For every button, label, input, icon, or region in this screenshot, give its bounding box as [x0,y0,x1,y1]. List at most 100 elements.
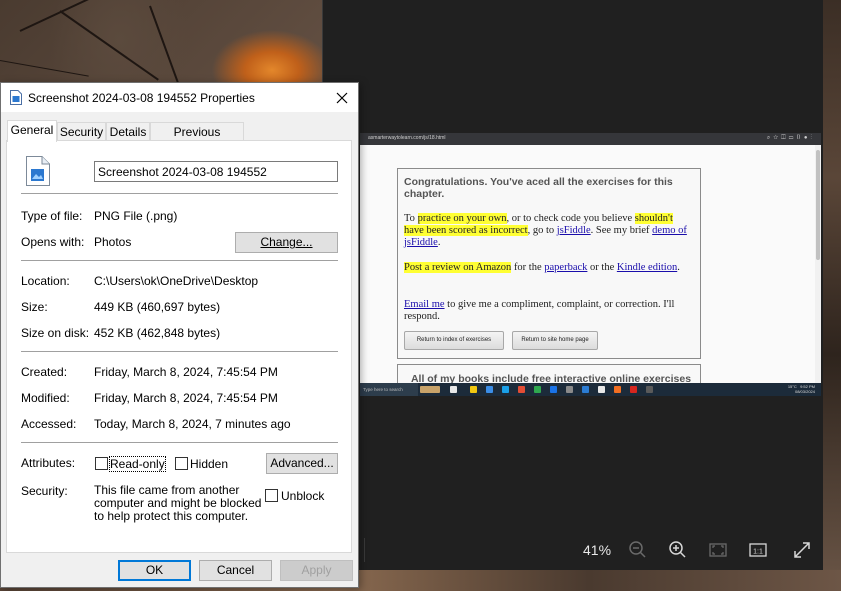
paperback-link[interactable]: paperback [544,262,587,273]
attributes-label: Attributes: [21,456,76,470]
tab-previous-versions[interactable]: Previous Versions [150,122,244,157]
app-icon [598,386,605,393]
toolbar-separator [364,538,365,562]
size-label: Size: [21,300,48,314]
taskbar-image-icon [420,386,440,393]
dialog-titlebar[interactable]: Screenshot 2024-03-08 194552 Properties [1,83,358,112]
jsfiddle-link[interactable]: jsFiddle [557,225,591,236]
png-file-icon [26,156,50,186]
email-paragraph: Email me to give me a compliment, compla… [404,299,694,323]
advanced-button[interactable]: Advanced... [266,453,338,474]
location-label: Location: [21,274,70,288]
congrats-card: Congratulations. You've aced all the exe… [397,168,701,359]
system-tray: 15°C 9:52 PM 08/03/2024 [788,384,815,394]
opens-with-label: Opens with: [21,235,85,249]
location-value: C:\Users\ok\OneDrive\Desktop [94,274,259,288]
accessed-label: Accessed: [21,417,77,431]
hidden-checkbox[interactable] [175,457,188,470]
text: or the [587,262,617,273]
ok-button[interactable]: OK [118,560,191,581]
properties-dialog: Screenshot 2024-03-08 194552 Properties … [0,82,359,588]
viewed-image[interactable]: asmarterwaytolearn.com/js/18.html ⌕☆◫▭▯●… [360,133,821,396]
practice-paragraph: To practice on your own, or to check cod… [404,213,694,249]
fit-to-window-icon[interactable] [708,540,728,560]
read-only-checkbox[interactable] [95,457,108,470]
created-value: Friday, March 8, 2024, 7:45:54 PM [94,365,278,379]
unblock-checkbox[interactable] [265,489,278,502]
type-of-file-value: PNG File (.png) [94,209,178,223]
modified-value: Friday, March 8, 2024, 7:45:54 PM [94,391,278,405]
edge-icon [534,386,541,393]
browser-url: asmarterwaytolearn.com/js/18.html [368,135,446,141]
tab-security[interactable]: Security [57,122,106,141]
firefox-icon [614,386,621,393]
divider [21,193,338,194]
photos-icon [646,386,653,393]
file-explorer-icon [470,386,477,393]
viewer-toolbar: 41% 1:1 [322,530,823,570]
zoom-out-icon[interactable] [628,540,648,560]
app-icon [630,386,637,393]
actual-size-icon[interactable]: 1:1 [748,540,768,560]
store-icon [486,386,493,393]
change-button-label: Change... [260,235,313,249]
highlight-text: Post a review on Amazon [404,262,512,273]
security-label: Security: [21,484,68,498]
web-page: Congratulations. You've aced all the exe… [360,145,821,396]
task-view-icon [450,386,457,393]
file-name-input[interactable] [94,161,338,182]
apply-button[interactable]: Apply [280,560,353,581]
text: To [404,213,418,224]
inner-taskbar: Type here to search 15°C 9:52 PM 08/03/2… [360,383,821,396]
return-index-button[interactable]: Return to index of exercises [404,331,504,350]
highlight-text: practice on your own [417,213,507,224]
mail-icon [502,386,509,393]
size-on-disk-value: 452 KB (462,848 bytes) [94,326,221,340]
read-only-label[interactable]: Read-only [109,456,166,472]
text: , go to [527,225,557,236]
tab-details[interactable]: Details [106,122,150,141]
review-paragraph: Post a review on Amazon for the paperbac… [404,262,694,274]
return-home-button[interactable]: Return to site home page [512,331,598,350]
dialog-title: Screenshot 2024-03-08 194552 Properties [28,91,255,105]
wallpaper-right-edge [823,0,841,591]
chrome-icon [518,386,525,393]
close-icon[interactable] [333,89,351,107]
scrollbar-thumb[interactable] [816,150,820,260]
created-label: Created: [21,365,68,379]
vscode-icon [550,386,557,393]
text: . See my brief [590,225,653,236]
size-value: 449 KB (460,697 bytes) [94,300,221,314]
wallpaper-branch [0,60,89,77]
divider [21,351,338,352]
divider [21,260,338,261]
cancel-button[interactable]: Cancel [199,560,272,581]
word-icon [582,386,589,393]
size-on-disk-label: Size on disk: [21,326,90,340]
text: , or to check code you believe [506,213,635,224]
wallpaper-branch [59,10,159,81]
browser-toolbar-icons: ⌕☆◫▭▯●⋮ [766,135,815,141]
modified-label: Modified: [21,391,70,405]
zoom-level: 41% [583,542,612,558]
text: . [437,237,441,248]
change-button[interactable]: Change... [235,232,338,253]
email-link[interactable]: Email me [404,299,445,310]
general-panel: Type of file: PNG File (.png) Opens with… [6,140,352,553]
app-icon [566,386,573,393]
taskbar-search: Type here to search [360,383,418,396]
kindle-link[interactable]: Kindle edition [617,262,677,273]
svg-text:1:1: 1:1 [753,549,763,556]
zoom-in-icon[interactable] [668,540,688,560]
tab-general[interactable]: General [7,120,57,142]
browser-toolbar: asmarterwaytolearn.com/js/18.html ⌕☆◫▭▯●… [360,133,821,145]
text: to give me a compliment, complaint, or c… [404,299,675,322]
unblock-label[interactable]: Unblock [281,489,324,503]
congrats-heading: Congratulations. You've aced all the exe… [404,176,673,200]
opens-with-value: Photos [94,235,132,249]
security-message: This file came from another computer and… [94,483,262,523]
full-screen-icon[interactable] [792,540,812,560]
type-of-file-label: Type of file: [21,209,83,223]
hidden-label[interactable]: Hidden [190,457,228,471]
page-scrollbar[interactable] [815,145,821,383]
